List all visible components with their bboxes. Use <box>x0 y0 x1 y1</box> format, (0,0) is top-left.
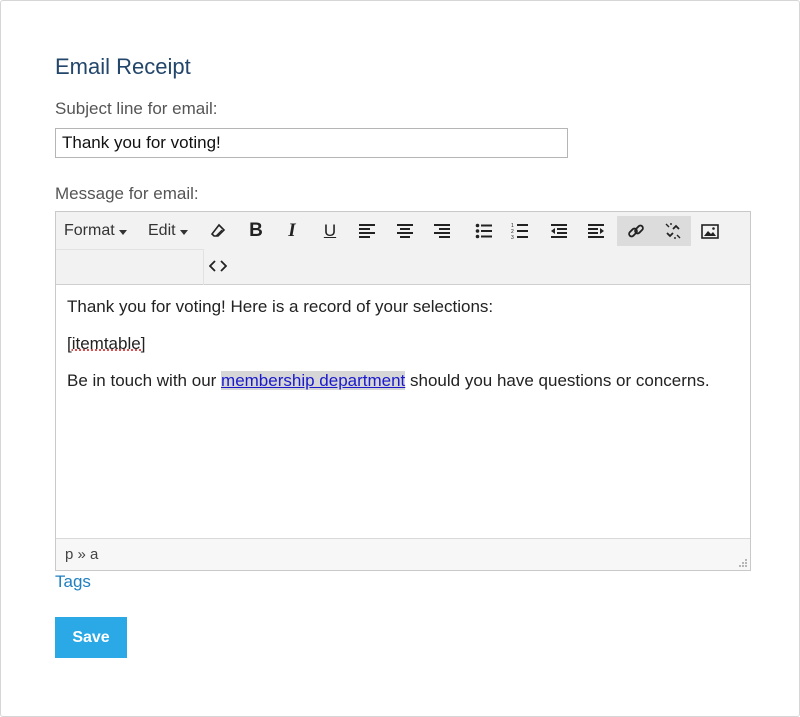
align-left-icon <box>359 224 375 238</box>
outdent-icon <box>551 224 567 238</box>
format-menu-label: Format <box>64 222 115 239</box>
bold-icon: B <box>249 220 263 241</box>
itemtable-token: [itemtable] <box>67 334 146 353</box>
editor-content-area[interactable]: Thank you for voting! Here is a record o… <box>56 286 750 538</box>
editor-text: should you have questions or concerns. <box>405 371 710 390</box>
editor-paragraph: Thank you for voting! Here is a record o… <box>67 296 739 317</box>
underline-button[interactable]: U <box>313 216 347 246</box>
image-icon <box>701 223 719 239</box>
align-center-button[interactable] <box>388 216 422 246</box>
outdent-button[interactable] <box>542 216 576 246</box>
bullet-list-button[interactable] <box>467 216 501 246</box>
source-code-button[interactable] <box>201 251 235 281</box>
rich-text-editor: Format Edit B I U 1 2 3 Thank you for vo… <box>55 211 751 571</box>
align-center-icon <box>397 224 413 238</box>
editor-toolbar: Format Edit B I U 1 2 3 <box>56 212 750 285</box>
link-icon <box>627 224 644 238</box>
editor-text: Thank you for voting! Here is a record o… <box>67 297 494 316</box>
editor-text: Be in touch with our <box>67 371 222 390</box>
indent-icon <box>588 224 604 238</box>
subject-label: Subject line for email: <box>55 99 218 118</box>
bullet-list-icon <box>475 223 492 239</box>
eraser-icon <box>210 223 226 237</box>
message-label: Message for email: <box>55 184 199 203</box>
unlink-icon <box>665 223 680 239</box>
email-receipt-panel: Email Receipt Subject line for email: Me… <box>0 0 800 717</box>
element-path: p » a <box>65 546 99 563</box>
italic-icon: I <box>288 220 296 241</box>
tags-link[interactable]: Tags <box>55 572 91 592</box>
italic-button[interactable]: I <box>275 216 309 246</box>
resize-handle-icon[interactable] <box>738 558 748 568</box>
align-right-icon <box>434 224 450 238</box>
align-left-button[interactable] <box>350 216 384 246</box>
source-code-icon <box>209 260 227 272</box>
align-right-button[interactable] <box>425 216 459 246</box>
membership-department-link[interactable]: membership department <box>221 371 406 390</box>
bold-button[interactable]: B <box>239 216 273 246</box>
toolbar-row-2 <box>56 249 204 285</box>
remove-link-button[interactable] <box>654 216 691 246</box>
save-button[interactable]: Save <box>55 617 127 658</box>
insert-image-button[interactable] <box>693 216 727 246</box>
subject-input[interactable] <box>55 128 568 158</box>
numbered-list-icon: 123 <box>511 223 528 240</box>
underline-icon: U <box>323 221 337 240</box>
svg-text:3: 3 <box>511 235 514 240</box>
editor-paragraph: [itemtable] <box>67 333 739 354</box>
chevron-down-icon <box>118 229 127 235</box>
section-title: Email Receipt <box>55 54 191 79</box>
numbered-list-button[interactable]: 123 <box>503 216 537 246</box>
indent-button[interactable] <box>579 216 613 246</box>
edit-menu-label: Edit <box>148 222 176 239</box>
editor-statusbar: p » a <box>56 538 750 570</box>
chevron-down-icon <box>179 229 188 235</box>
format-menu-button[interactable]: Format <box>64 218 127 244</box>
clear-formatting-button[interactable] <box>201 216 235 246</box>
insert-link-button[interactable] <box>617 216 654 246</box>
editor-paragraph: Be in touch with our membership departme… <box>67 370 739 391</box>
edit-menu-button[interactable]: Edit <box>148 218 188 244</box>
